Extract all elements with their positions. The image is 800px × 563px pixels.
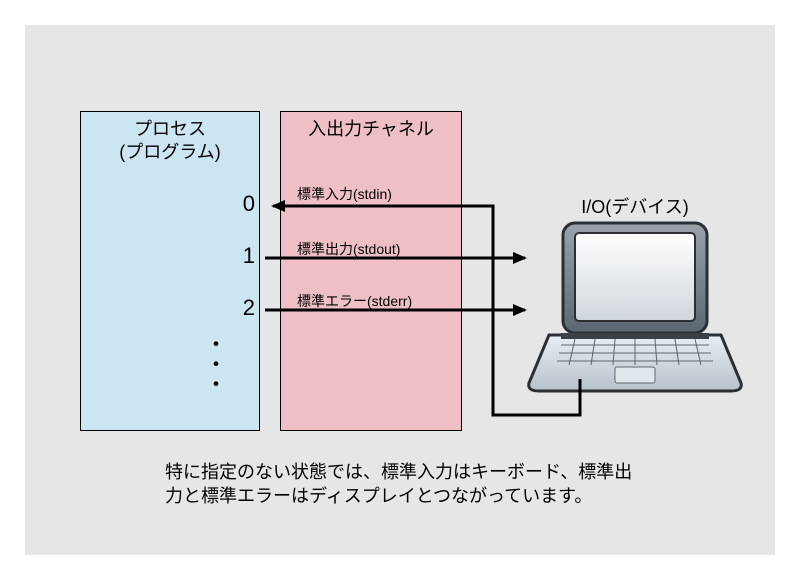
caption-text: 特に指定のない状態では、標準入力はキーボード、標準出力と標準エラーはディスプレイ… xyxy=(165,460,645,509)
fd-dots: ・ ・ ・ xyxy=(205,335,225,394)
process-title-line2: (プログラム) xyxy=(119,142,220,162)
fd-2: 2 xyxy=(215,295,255,321)
laptop-icon xyxy=(525,217,745,402)
fd-0: 0 xyxy=(215,191,255,217)
process-title: プロセス (プログラム) xyxy=(81,118,259,165)
diagram-canvas: プロセス (プログラム) 入出力チャネル 0 1 2 ・ ・ ・ 標準入力(st… xyxy=(25,25,775,555)
channel-title: 入出力チャネル xyxy=(281,118,461,141)
channel-box: 入出力チャネル xyxy=(280,111,462,431)
label-stderr: 標準エラー(stderr) xyxy=(297,291,412,311)
fd-1: 1 xyxy=(215,243,255,269)
process-title-line1: プロセス xyxy=(134,119,206,139)
label-stdin: 標準入力(stdin) xyxy=(297,184,392,204)
io-device-title: I/O(デバイス) xyxy=(535,193,735,219)
label-stdout: 標準出力(stdout) xyxy=(297,239,400,259)
process-box: プロセス (プログラム) xyxy=(80,111,260,431)
